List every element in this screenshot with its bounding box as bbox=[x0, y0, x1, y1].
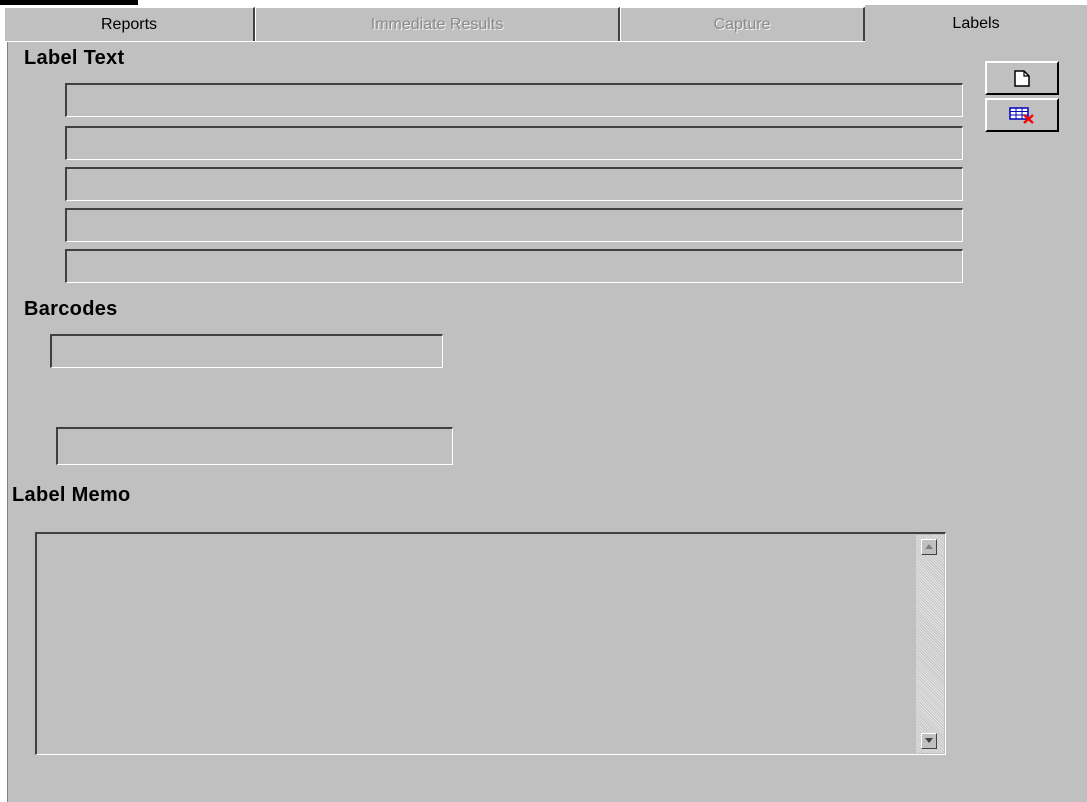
label-text-line-4[interactable] bbox=[65, 208, 963, 242]
label-text-line-1[interactable] bbox=[65, 83, 963, 117]
label-text-line-2[interactable] bbox=[65, 126, 963, 160]
label-text-line-5[interactable] bbox=[65, 249, 963, 283]
top-underline bbox=[0, 0, 138, 5]
barcode-field-1[interactable] bbox=[50, 334, 443, 368]
label-text-line-3[interactable] bbox=[65, 167, 963, 201]
new-label-button[interactable] bbox=[985, 61, 1059, 95]
scroll-down-button[interactable] bbox=[921, 733, 937, 749]
scroll-up-arrow-icon bbox=[925, 544, 933, 549]
tab-immediate-results[interactable]: Immediate Results bbox=[255, 7, 620, 41]
tab-reports[interactable]: Reports bbox=[4, 7, 255, 41]
label-text-heading: Label Text bbox=[24, 47, 125, 69]
memo-scrollbar[interactable] bbox=[916, 535, 944, 753]
delete-label-icon bbox=[1009, 106, 1035, 124]
scroll-down-arrow-icon bbox=[925, 738, 933, 743]
new-document-icon bbox=[1014, 69, 1030, 87]
delete-label-button[interactable] bbox=[985, 98, 1059, 132]
barcode-field-2[interactable] bbox=[56, 427, 453, 465]
label-memo-box bbox=[35, 532, 946, 755]
label-memo-heading: Label Memo bbox=[12, 484, 131, 506]
scroll-up-button[interactable] bbox=[921, 539, 937, 555]
label-memo-textarea[interactable] bbox=[37, 534, 913, 752]
barcodes-heading: Barcodes bbox=[24, 298, 118, 320]
tab-capture[interactable]: Capture bbox=[620, 7, 865, 41]
tab-labels[interactable]: Labels bbox=[865, 5, 1087, 43]
